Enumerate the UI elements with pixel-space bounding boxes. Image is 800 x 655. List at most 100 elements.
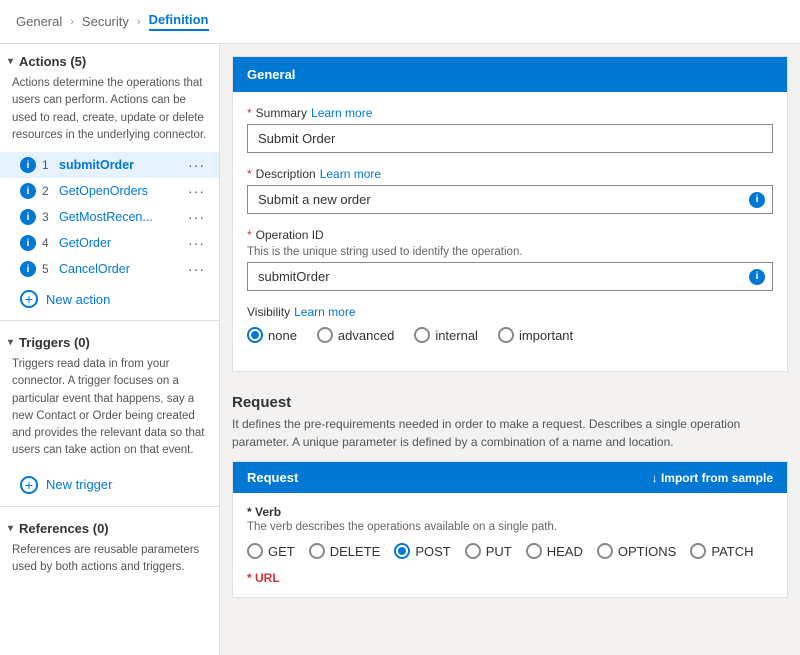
verb-option-put[interactable]: PUT [465,543,512,559]
actions-description: Actions determine the operations that us… [0,75,219,152]
breadcrumb-general[interactable]: General [16,14,62,29]
operation-id-info-icon: i [749,269,765,285]
main-layout: ▾ Actions (5) Actions determine the oper… [0,44,800,655]
description-field-row: * Description Learn more i [247,167,773,214]
request-title: Request [232,384,788,415]
action-item-4[interactable]: i 4 GetOrder ··· [0,230,219,256]
radio-put-circle [465,543,481,559]
triggers-section-header[interactable]: ▾ Triggers (0) [0,325,219,356]
radio-get-circle [247,543,263,559]
general-card: General * Summary Learn more * Descripti… [232,56,788,372]
visibility-learn-more[interactable]: Learn more [294,305,355,319]
action-info-icon-4: i [20,235,36,251]
content-area: General * Summary Learn more * Descripti… [220,44,800,655]
action-dots-5[interactable]: ··· [186,261,207,277]
visibility-label: Visibility Learn more [247,305,773,319]
summary-input[interactable] [247,124,773,153]
visibility-option-advanced[interactable]: advanced [317,327,394,343]
summary-label: * Summary Learn more [247,106,773,120]
action-item-3[interactable]: i 3 GetMostRecen... ··· [0,204,219,230]
verb-option-patch[interactable]: PATCH [690,543,753,559]
action-dots-3[interactable]: ··· [186,209,207,225]
action-dots-2[interactable]: ··· [186,183,207,199]
description-learn-more[interactable]: Learn more [320,167,381,181]
radio-options-circle [597,543,613,559]
divider-2 [0,506,219,507]
description-label: * Description Learn more [247,167,773,181]
description-input-wrapper: i [247,185,773,214]
action-item-5[interactable]: i 5 CancelOrder ··· [0,256,219,282]
request-card-header: Request ↓ Import from sample [233,462,787,493]
radio-delete-circle [309,543,325,559]
verb-option-get[interactable]: GET [247,543,295,559]
action-num-3: 3 [42,210,54,224]
breadcrumb-sep-1: › [70,16,74,28]
action-name-2: GetOpenOrders [59,184,186,198]
action-item-1[interactable]: i 1 submitOrder ··· [0,152,219,178]
action-name-3: GetMostRecen... [59,210,186,224]
radio-internal-label: internal [435,328,478,343]
verb-label: * Verb [247,505,773,519]
summary-learn-more[interactable]: Learn more [311,106,372,120]
sidebar: ▾ Actions (5) Actions determine the oper… [0,44,220,655]
radio-options-label: OPTIONS [618,544,677,559]
action-name-1: submitOrder [59,158,186,172]
radio-patch-label: PATCH [711,544,753,559]
breadcrumb-sep-2: › [137,16,141,28]
breadcrumb: General › Security › Definition [0,0,800,44]
references-chevron-icon: ▾ [8,523,13,534]
action-name-5: CancelOrder [59,262,186,276]
radio-delete-label: DELETE [330,544,381,559]
action-num-4: 4 [42,236,54,250]
summary-required-star: * [247,106,252,120]
action-item-2[interactable]: i 2 GetOpenOrders ··· [0,178,219,204]
new-action-button[interactable]: + New action [0,282,219,316]
radio-advanced-label: advanced [338,328,394,343]
description-required-star: * [247,167,252,181]
actions-chevron-icon: ▾ [8,56,13,67]
action-num-2: 2 [42,184,54,198]
verb-option-options[interactable]: OPTIONS [597,543,677,559]
action-num-5: 5 [42,262,54,276]
operation-id-input-wrapper: i [247,262,773,291]
description-label-text: Description [256,167,316,181]
new-trigger-button[interactable]: + New trigger [0,468,219,502]
action-dots-4[interactable]: ··· [186,235,207,251]
verb-option-head[interactable]: HEAD [526,543,583,559]
triggers-description: Triggers read data in from your connecto… [0,356,219,468]
references-header-label: References (0) [19,521,109,536]
radio-get-label: GET [268,544,295,559]
operation-id-field-row: * Operation ID This is the unique string… [247,228,773,291]
action-info-icon-2: i [20,183,36,199]
references-section-header[interactable]: ▾ References (0) [0,511,219,542]
visibility-option-none[interactable]: none [247,327,297,343]
visibility-field-row: Visibility Learn more none advanced [247,305,773,343]
request-description: It defines the pre-requirements needed i… [232,415,788,451]
radio-none-label: none [268,328,297,343]
operation-id-input[interactable] [247,262,773,291]
radio-patch-circle [690,543,706,559]
verb-radio-group: GET DELETE POST PUT [247,543,773,559]
description-input[interactable] [247,185,773,214]
action-dots-1[interactable]: ··· [186,157,207,173]
references-description: References are reusable parameters used … [0,542,219,585]
action-info-icon-5: i [20,261,36,277]
breadcrumb-security[interactable]: Security [82,14,129,29]
verb-option-delete[interactable]: DELETE [309,543,381,559]
import-from-sample-button[interactable]: ↓ Import from sample [652,471,773,485]
new-action-plus-icon: + [20,290,38,308]
operation-id-label-text: Operation ID [256,228,324,242]
actions-section-header[interactable]: ▾ Actions (5) [0,44,219,75]
radio-important-circle [498,327,514,343]
radio-put-label: PUT [486,544,512,559]
verb-option-post[interactable]: POST [394,543,450,559]
new-trigger-label: New trigger [46,477,112,492]
visibility-option-important[interactable]: important [498,327,573,343]
visibility-option-internal[interactable]: internal [414,327,478,343]
summary-field-row: * Summary Learn more [247,106,773,153]
description-info-icon: i [749,192,765,208]
breadcrumb-definition[interactable]: Definition [149,12,209,31]
url-label: * URL [247,571,773,585]
new-trigger-plus-icon: + [20,476,38,494]
request-card-header-label: Request [247,470,298,485]
